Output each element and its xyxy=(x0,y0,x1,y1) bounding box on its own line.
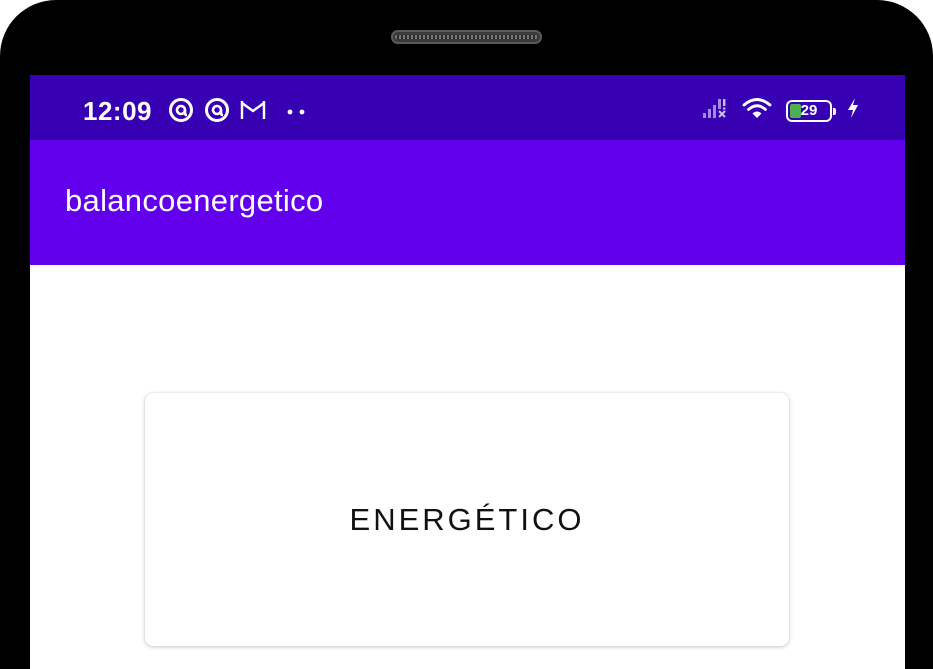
app-title: balancoenergetico xyxy=(65,183,324,218)
at-sign-icon xyxy=(204,97,230,128)
gmail-icon xyxy=(240,99,266,126)
notification-icons xyxy=(168,97,308,128)
wifi-icon xyxy=(742,97,772,124)
status-time: 12:09 xyxy=(83,96,152,126)
charging-bolt-icon xyxy=(846,97,860,124)
main-content: ENERGÉTICO xyxy=(30,265,905,669)
battery-icon: 29 xyxy=(786,99,836,122)
cellular-signal-icon xyxy=(702,97,728,124)
phone-frame: 12:09 29 balancoenergetico ENERGÉTICO xyxy=(0,0,933,669)
status-bar: 12:09 29 xyxy=(30,75,905,140)
battery-level: 29 xyxy=(800,102,818,119)
phone-screen: 12:09 29 balancoenergetico ENERGÉTICO xyxy=(30,75,905,669)
app-bar: balancoenergetico xyxy=(30,140,905,265)
system-icons: 29 xyxy=(702,97,860,124)
battery-fill xyxy=(790,103,801,118)
at-sign-icon xyxy=(168,97,194,128)
energetico-card-label: ENERGÉTICO xyxy=(349,501,585,537)
speaker-grille xyxy=(391,30,542,44)
more-dots-icon xyxy=(286,104,308,122)
energetico-card[interactable]: ENERGÉTICO xyxy=(145,393,789,646)
